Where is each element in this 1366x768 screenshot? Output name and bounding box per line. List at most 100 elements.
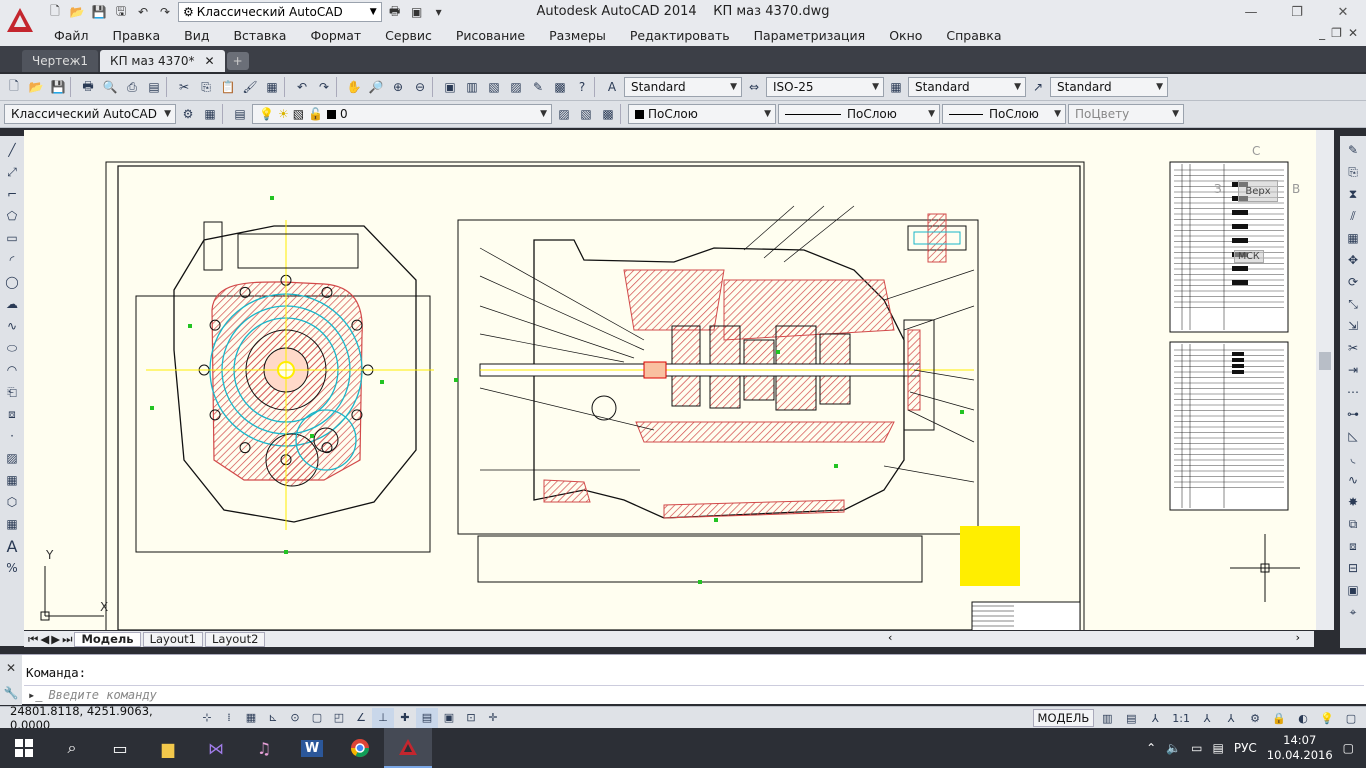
menu-item-11[interactable]: Справка [934, 28, 1013, 43]
menu-item-6[interactable]: Рисование [444, 28, 537, 43]
move-icon[interactable]: ✥ [1342, 250, 1364, 270]
calculator-icon[interactable]: ▩ [550, 77, 570, 97]
construction-line-icon[interactable]: ⤢ [1, 162, 23, 182]
first-layout-icon[interactable]: ⏮ [28, 632, 38, 647]
copy-object-icon[interactable]: ⎘ [1342, 162, 1364, 182]
viewcube[interactable]: С З В Верх МСК [1204, 144, 1304, 264]
clean-screen-icon[interactable]: ▢ [1340, 708, 1362, 728]
plot-icon[interactable]: 🖶 [78, 77, 98, 97]
trim-icon[interactable]: ✂ [1342, 338, 1364, 358]
infer-constraints-icon[interactable]: ⊹ [196, 708, 218, 728]
arc-icon[interactable]: ◜ [1, 250, 23, 270]
text-style-dropdown[interactable]: Standard ▼ [624, 77, 742, 97]
fillet-icon[interactable]: ◟ [1342, 448, 1364, 468]
block-editor-icon[interactable]: ▦ [262, 77, 282, 97]
mleader-style-icon[interactable]: ↗ [1028, 77, 1048, 97]
menu-item-3[interactable]: Вставка [221, 28, 298, 43]
otrack-icon[interactable]: ∠ [350, 708, 372, 728]
next-layout-icon[interactable]: ▶ [51, 632, 60, 646]
vertical-scrollbar[interactable] [1316, 130, 1334, 630]
menu-item-8[interactable]: Редактировать [618, 28, 742, 43]
polar-icon[interactable]: ⊙ [284, 708, 306, 728]
tab-layout1[interactable]: Layout1 [142, 631, 203, 647]
copy-icon[interactable]: ⎘ [196, 77, 216, 97]
viewcube-top-face[interactable]: Верх [1238, 180, 1278, 202]
quick-view-drawings-icon[interactable]: ▤ [1120, 708, 1142, 728]
chrome-icon[interactable] [336, 728, 384, 768]
3d-osnap-icon[interactable]: ◰ [328, 708, 350, 728]
gear-icon[interactable]: ⚙ [178, 104, 198, 124]
new-tab-button[interactable]: + [226, 52, 249, 70]
model-space-toggle[interactable]: МОДЕЛЬ [1032, 709, 1095, 727]
markup-icon[interactable]: ✎ [528, 77, 548, 97]
rectangle-icon[interactable]: ▭ [1, 228, 23, 248]
close-icon[interactable]: ✕ [6, 661, 16, 675]
stretch-icon[interactable]: ⇲ [1342, 316, 1364, 336]
make-current-icon[interactable]: ▨ [554, 104, 574, 124]
undo-icon[interactable]: ↶ [292, 77, 312, 97]
auto-scale-icon[interactable]: ⅄ [1220, 708, 1242, 728]
make-block-icon[interactable]: ⧈ [1, 404, 23, 424]
isolate-icon[interactable]: ⊟ [1342, 558, 1364, 578]
polyline-icon[interactable]: ⌐ [1, 184, 23, 204]
join-icon[interactable]: ⊶ [1342, 404, 1364, 424]
workspace-switching-icon[interactable]: ⚙ [1244, 708, 1266, 728]
quick-properties-icon[interactable]: ⊡ [460, 708, 482, 728]
tool-palettes-icon[interactable]: ▧ [484, 77, 504, 97]
redo-icon[interactable]: ↷ [314, 77, 334, 97]
command-line-handle[interactable]: ✕ 🔧 [0, 655, 22, 705]
wrench-icon[interactable]: 🔧 [4, 686, 19, 700]
text-style-icon[interactable]: A [602, 77, 622, 97]
drawing-viewport[interactable]: С З В Верх МСК Y X [24, 130, 1334, 630]
horizontal-scrollbar[interactable]: ‹ › [884, 631, 1314, 647]
ducs-icon[interactable]: ⊥ [372, 707, 394, 728]
doc-close-icon[interactable]: ✕ [1348, 26, 1358, 40]
scroll-right-icon[interactable]: › [1296, 631, 1300, 644]
color-dropdown[interactable]: ПоСлою ▼ [628, 104, 776, 124]
spline-icon[interactable]: ∿ [1, 316, 23, 336]
task-view-icon[interactable]: ▭ [96, 728, 144, 768]
plot-preview-icon[interactable]: 🔍 [100, 77, 120, 97]
menu-item-0[interactable]: Файл [42, 28, 101, 43]
menu-item-10[interactable]: Окно [877, 28, 934, 43]
workspace-settings-icon[interactable]: ▦ [200, 104, 220, 124]
minimize-icon[interactable]: — [1228, 0, 1274, 24]
mleader-style-dropdown[interactable]: Standard ▼ [1050, 77, 1168, 97]
close-icon[interactable]: ✕ [1320, 0, 1366, 24]
design-center-icon[interactable]: ▥ [462, 77, 482, 97]
match-properties-icon[interactable]: 🖌 [240, 77, 260, 97]
viewcube-west[interactable]: З [1214, 182, 1222, 196]
pan-icon[interactable]: ✋ [344, 77, 364, 97]
dim-style-icon[interactable]: ⇔ [744, 77, 764, 97]
lock-icon[interactable]: 🔒 [1268, 708, 1290, 728]
qat-menu-icon[interactable]: ▾ [430, 3, 448, 21]
tab-model[interactable]: Модель [74, 631, 141, 647]
prev-layout-icon[interactable]: ◀ [40, 632, 49, 646]
annotation-scale-icon[interactable]: ⅄ [1144, 708, 1166, 728]
tab-kp-maz[interactable]: КП маз 4370* ✕ [100, 50, 225, 72]
point-icon[interactable]: · [1, 426, 23, 446]
tab-drawing1[interactable]: Чертеж1 [22, 50, 99, 72]
layer-walk-icon[interactable]: ⧈ [1342, 536, 1364, 556]
ellipse-icon[interactable]: ⬭ [1, 338, 23, 358]
network-icon[interactable]: ▭ [1191, 741, 1202, 755]
notifications-icon[interactable]: ▤ [1213, 741, 1224, 755]
sheet-set-icon[interactable]: ▨ [506, 77, 526, 97]
array-icon[interactable]: ▦ [1342, 228, 1364, 248]
grid-icon[interactable]: ▦ [240, 708, 262, 728]
menu-item-9[interactable]: Параметризация [742, 28, 878, 43]
menu-item-5[interactable]: Сервис [373, 28, 444, 43]
clock[interactable]: 14:07 10.04.2016 [1267, 733, 1333, 763]
help-icon[interactable]: ? [572, 77, 592, 97]
zoom-realtime-icon[interactable]: 🔎 [366, 77, 386, 97]
menu-item-1[interactable]: Правка [101, 28, 173, 43]
close-icon[interactable]: ✕ [205, 54, 215, 68]
zoom-previous-icon[interactable]: ⊖ [410, 77, 430, 97]
explode-icon[interactable]: ✸ [1342, 492, 1364, 512]
command-input[interactable]: ▸_ Введите команду [24, 685, 1364, 703]
search-icon[interactable]: ⌕ [48, 728, 96, 768]
publish-icon[interactable]: ⎙ [122, 77, 142, 97]
chamfer-icon[interactable]: ◺ [1342, 426, 1364, 446]
workspace-dropdown-2[interactable]: Классический AutoCAD ▼ [4, 104, 176, 124]
layer-state-icon[interactable]: ▩ [598, 104, 618, 124]
